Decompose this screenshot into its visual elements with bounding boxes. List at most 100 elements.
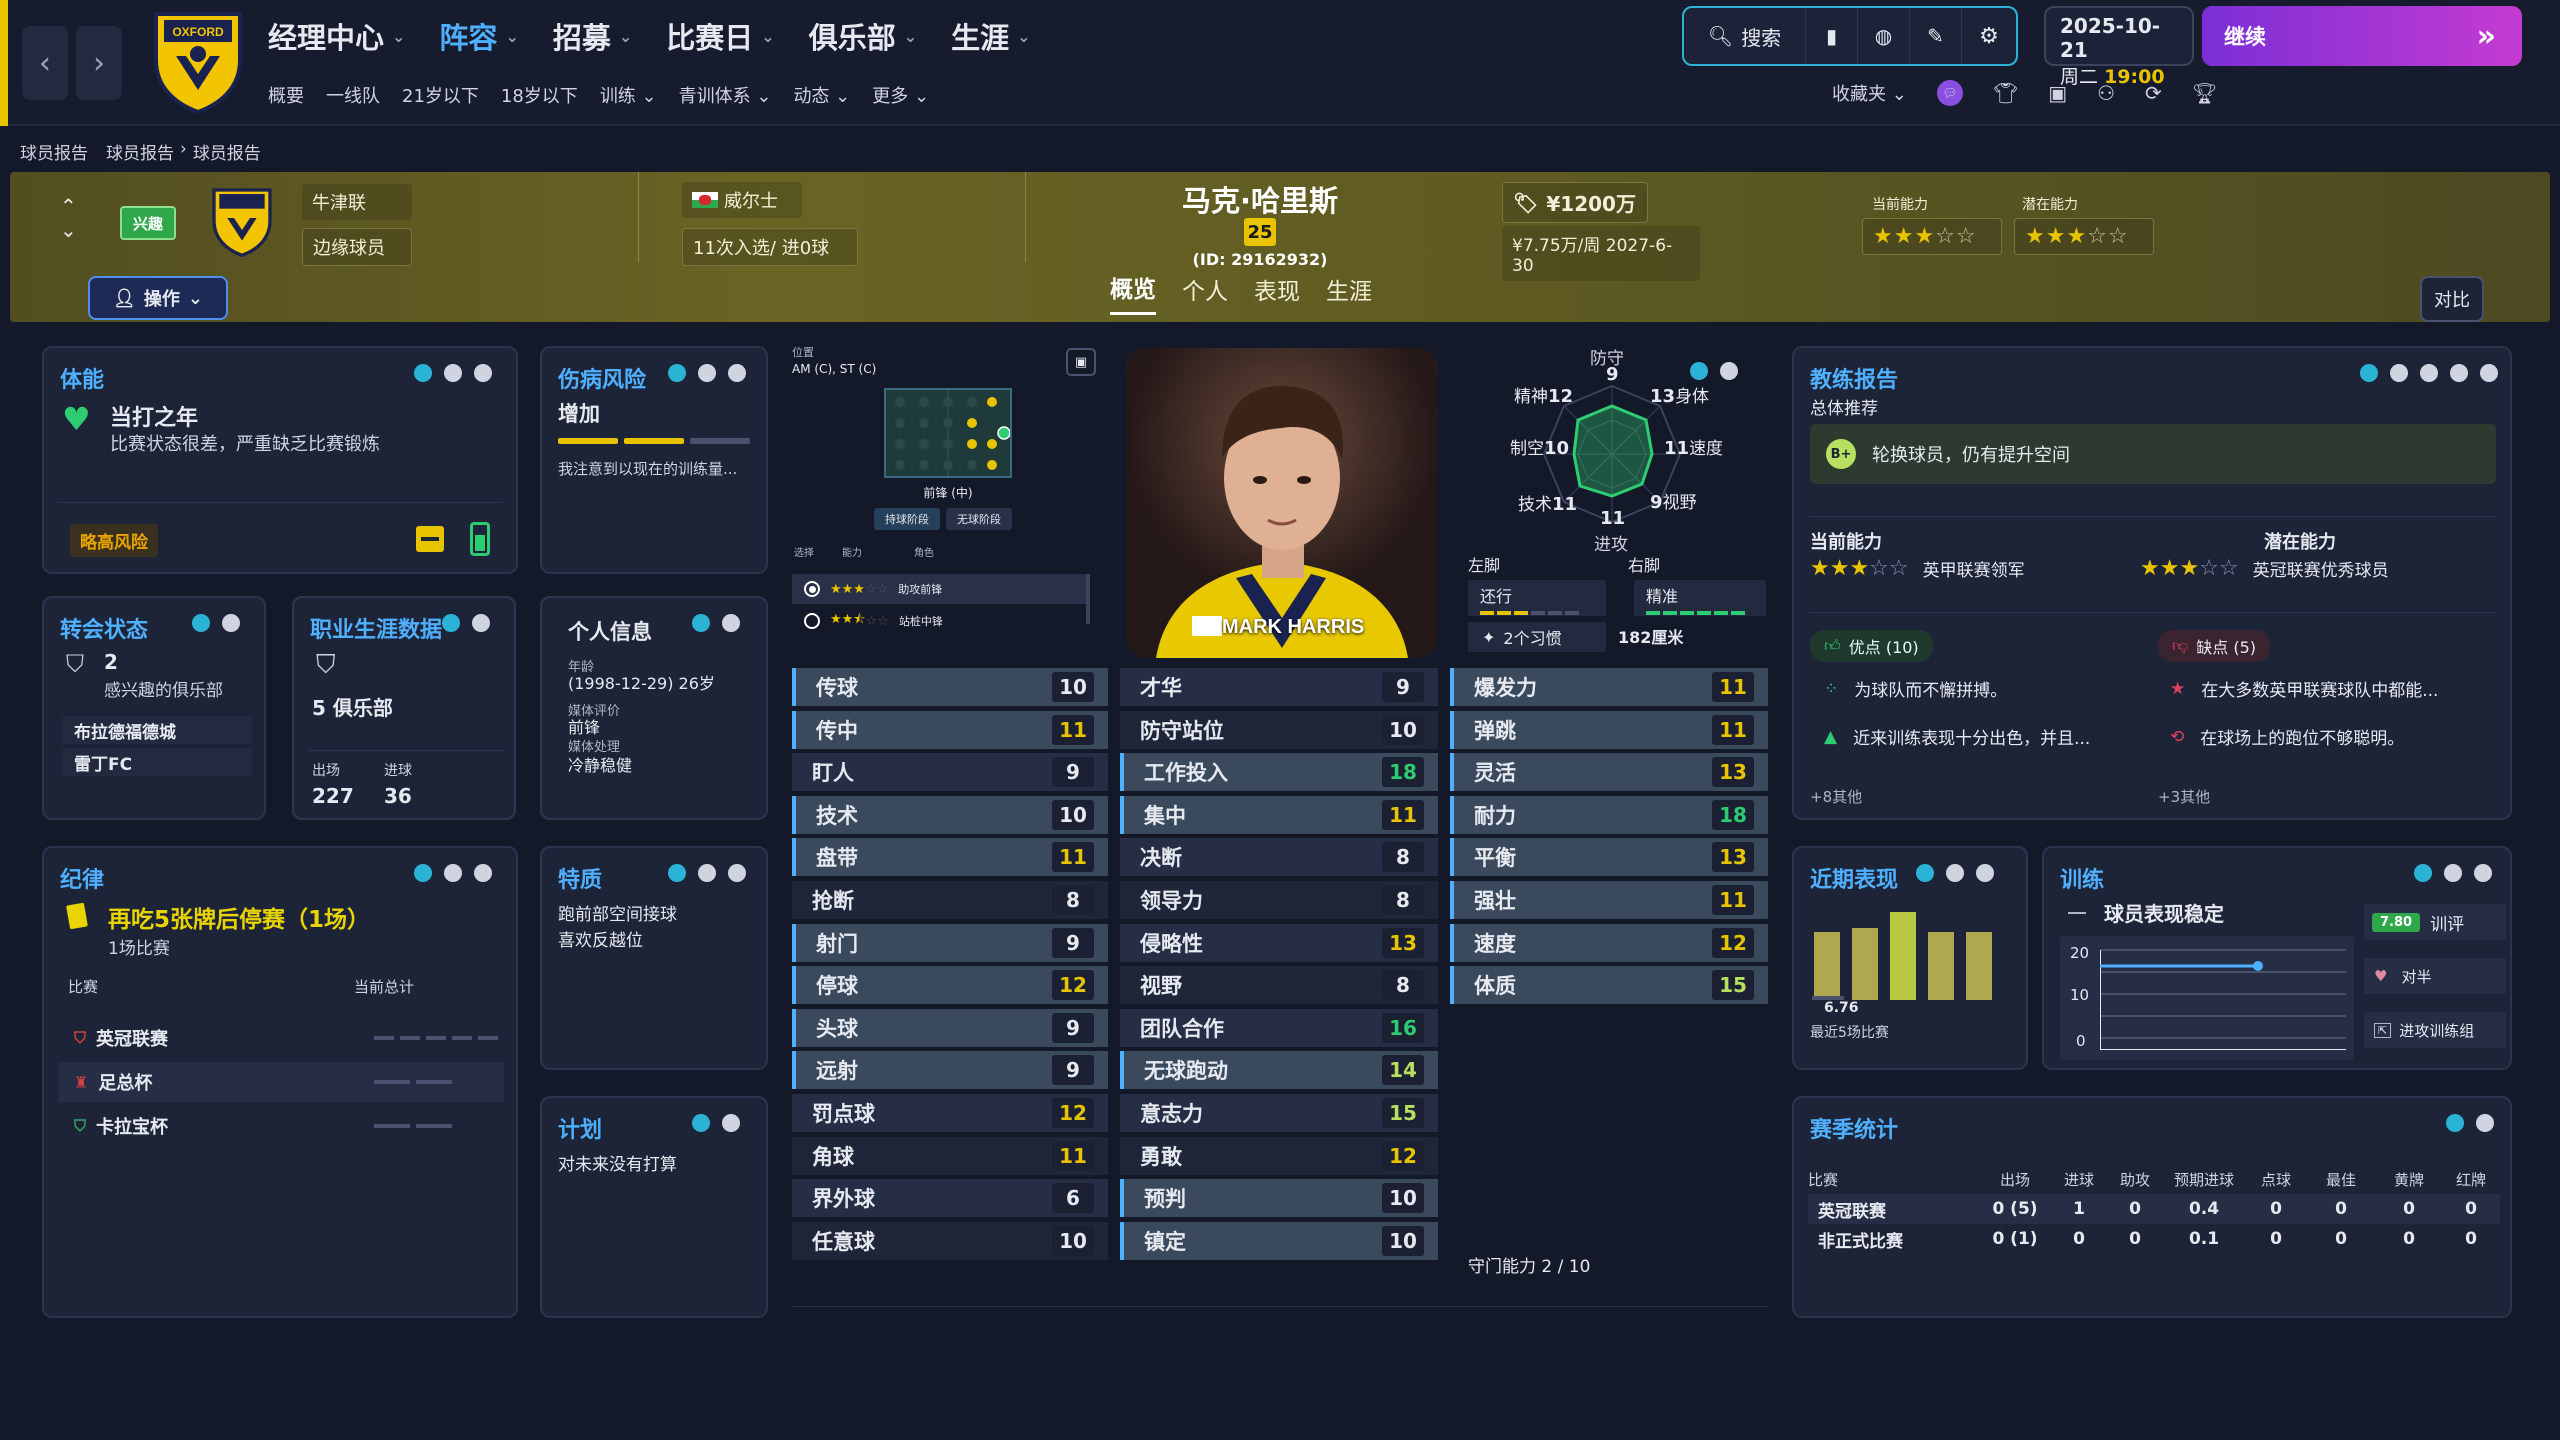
training-unit[interactable]: ⇱ 进攻训练组 [2364, 1012, 2506, 1048]
edit-button[interactable]: ✎ [1910, 8, 1962, 64]
attribute-row[interactable]: 勇敢 12 [1120, 1136, 1438, 1175]
attribute-row[interactable]: 侵略性 13 [1120, 923, 1438, 962]
tab-personal[interactable]: 个人 [1182, 272, 1228, 314]
attribute-row[interactable]: 速度 12 [1450, 923, 1768, 962]
pros-more[interactable]: +8其他 [1810, 786, 1862, 807]
attribute-row[interactable]: 领导力 8 [1120, 881, 1438, 919]
attribute-row[interactable]: 盯人 9 [792, 753, 1108, 792]
nationality[interactable]: 威尔士 [682, 182, 802, 218]
attribute-row[interactable]: 罚点球 12 [792, 1094, 1108, 1132]
attribute-row[interactable]: 集中 11 [1120, 795, 1438, 834]
breadcrumb-item[interactable]: 球员报告 [106, 139, 174, 164]
tab-overview[interactable]: 概览 [1110, 270, 1156, 315]
attribute-row[interactable]: 盘带 11 [792, 838, 1108, 877]
phase-out-possession-tab[interactable]: 无球阶段 [946, 508, 1012, 530]
attribute-row[interactable]: 体质 15 [1450, 966, 1768, 1005]
attribute-row[interactable]: 爆发力 11 [1450, 668, 1768, 706]
attribute-row[interactable]: 防守站位 10 [1120, 710, 1438, 749]
season-row[interactable]: 非正式比赛 0 (1) 0 0 0.1 0 0 0 0 [1808, 1224, 2500, 1254]
attribute-row[interactable]: 远射 9 [792, 1051, 1108, 1090]
refresh-icon[interactable]: ⟳ [2145, 81, 2162, 105]
inbox-button[interactable]: ▮ [1806, 8, 1858, 64]
back-button[interactable]: ‹ [22, 26, 68, 100]
radio-selected[interactable] [804, 581, 820, 597]
role-row[interactable]: ★★★ ☆☆ 助攻前锋 [792, 574, 1086, 604]
tab-performance[interactable]: 表现 [1254, 272, 1300, 314]
trophy-icon[interactable]: 🏆︎ [2192, 81, 2217, 105]
panel-pager[interactable] [692, 1114, 740, 1132]
attribute-row[interactable]: 预判 10 [1120, 1179, 1438, 1218]
season-col-header[interactable]: 点球 [2246, 1169, 2306, 1190]
subnav-dynamics[interactable]: 动态 ⌄ [793, 82, 850, 108]
attribute-row[interactable]: 技术 10 [792, 795, 1108, 834]
attribute-row[interactable]: 强壮 11 [1450, 881, 1768, 919]
attribute-row[interactable]: 耐力 18 [1450, 795, 1768, 834]
actions-dropdown[interactable]: 👤︎ 操作 ⌄ [88, 276, 228, 320]
attribute-row[interactable]: 头球 9 [792, 1008, 1108, 1047]
rating-bar[interactable] [1966, 932, 1992, 1000]
pros-tab[interactable]: 👍︎ 优点 (10) [1810, 630, 1933, 662]
clipboard-icon[interactable]: ▣ [2048, 81, 2067, 105]
people-icon[interactable]: ⚇ [2097, 81, 2115, 105]
season-col-header[interactable]: 比赛 [1808, 1169, 1980, 1190]
attribute-row[interactable]: 镇定 10 [1120, 1221, 1438, 1260]
compare-button[interactable]: 对比 [2420, 276, 2484, 322]
continue-button[interactable]: 继续 » [2202, 6, 2522, 66]
attribute-row[interactable]: 灵活 13 [1450, 753, 1768, 792]
attribute-row[interactable]: 无球跑动 14 [1120, 1051, 1438, 1090]
season-col-header[interactable]: 进球 [2050, 1169, 2108, 1190]
rating-bar[interactable] [1890, 912, 1916, 1000]
attribute-row[interactable]: 抢断 8 [792, 881, 1108, 919]
panel-pager[interactable] [692, 614, 740, 632]
season-row[interactable]: 英冠联赛 0 (5) 1 0 0.4 0 0 0 0 [1808, 1194, 2500, 1224]
shirt-icon[interactable]: 👕︎ [1993, 81, 2018, 105]
nav-career[interactable]: 生涯 ⌄ [951, 16, 1030, 56]
subnav-training[interactable]: 训练 ⌄ [600, 82, 657, 108]
settings-button[interactable]: ⚙ [1962, 8, 2016, 64]
panel-pager[interactable] [442, 614, 490, 632]
panel-pager[interactable] [2360, 364, 2498, 382]
role-row[interactable]: ★★⯪ ☆☆ 站桩中锋 [792, 606, 1086, 636]
phase-in-possession-tab[interactable]: 持球阶段 [874, 508, 940, 530]
interested-club[interactable]: 雷丁FC [62, 748, 252, 776]
cons-tab[interactable]: 👎︎ 缺点 (5) [2158, 630, 2271, 662]
attribute-row[interactable]: 视野 8 [1120, 966, 1438, 1005]
season-col-header[interactable]: 最佳 [2306, 1169, 2376, 1190]
club-name[interactable]: 牛津联 [302, 184, 412, 220]
interested-club[interactable]: 布拉德福德城 [62, 716, 252, 744]
nav-club[interactable]: 俱乐部 ⌄ [809, 16, 917, 56]
nav-scouting[interactable]: 招募 ⌄ [553, 16, 632, 56]
subnav-youth[interactable]: 青训体系 ⌄ [679, 82, 772, 108]
attribute-row[interactable]: 意志力 15 [1120, 1094, 1438, 1132]
attribute-row[interactable]: 工作投入 18 [1120, 753, 1438, 792]
world-button[interactable]: ◍ [1858, 8, 1910, 64]
panel-pager[interactable] [668, 864, 746, 882]
season-col-header[interactable]: 出场 [1980, 1169, 2050, 1190]
attribute-row[interactable]: 平衡 13 [1450, 838, 1768, 877]
rating-bar[interactable] [1928, 932, 1954, 1000]
panel-pager[interactable] [2446, 1114, 2494, 1132]
panel-pager[interactable] [1690, 362, 1738, 380]
panel-pager[interactable] [668, 364, 746, 382]
attribute-row[interactable]: 传球 10 [792, 668, 1108, 706]
panel-pager[interactable] [2414, 864, 2492, 882]
subnav-u21[interactable]: 21岁以下 [402, 82, 479, 108]
training-intensity[interactable]: ♥ 对半 [2364, 958, 2506, 994]
cons-more[interactable]: +3其他 [2158, 786, 2210, 807]
attribute-row[interactable]: 停球 12 [792, 966, 1108, 1005]
forward-button[interactable]: › [76, 26, 122, 100]
club-crest[interactable]: OXFORD [150, 10, 246, 115]
tab-career[interactable]: 生涯 [1326, 272, 1372, 314]
breadcrumb-item[interactable]: 球员报告 [20, 139, 88, 164]
season-col-header[interactable]: 黄牌 [2376, 1169, 2442, 1190]
date-display[interactable]: 2025-10-21 周二 19:00 [2044, 6, 2194, 88]
search-button[interactable]: 🔍︎ 搜索 [1684, 8, 1806, 64]
chat-icon[interactable]: 💬︎ [1936, 80, 1963, 106]
discipline-row[interactable]: ⛉ 英冠联赛 [58, 1018, 504, 1058]
panel-pager[interactable] [192, 614, 240, 632]
subnav-first-team[interactable]: 一线队 [326, 82, 380, 108]
season-col-header[interactable]: 助攻 [2108, 1169, 2162, 1190]
attribute-row[interactable]: 团队合作 16 [1120, 1008, 1438, 1047]
subnav-u18[interactable]: 18岁以下 [501, 82, 578, 108]
subnav-overview[interactable]: 概要 [268, 82, 304, 108]
